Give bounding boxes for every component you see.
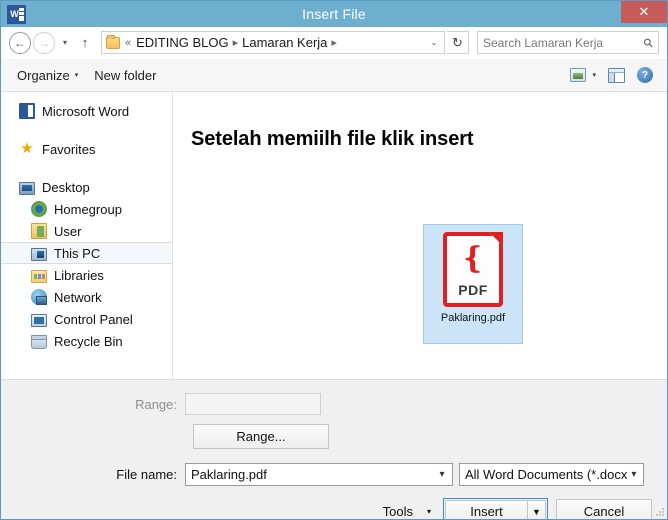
recycle-bin-icon (31, 334, 47, 349)
resize-grip[interactable] (654, 506, 664, 516)
insert-dropdown-arrow[interactable]: ▼ (527, 500, 546, 519)
sidebar-item-label: Control Panel (54, 311, 133, 327)
sidebar-item-this-pc[interactable]: This PC (1, 242, 172, 264)
file-item-paklaring-pdf[interactable]: ❴ PDF Paklaring.pdf (423, 224, 523, 344)
chevron-down-icon[interactable]: ▾ (627, 469, 641, 480)
chevron-down-icon: ▾ (426, 507, 431, 516)
window-title: Insert File (302, 6, 366, 22)
libraries-icon (31, 269, 47, 283)
insert-split-button[interactable]: Insert ▼ (443, 498, 548, 519)
file-name-combobox[interactable]: ▾ (185, 463, 453, 486)
sidebar-item-microsoft-word[interactable]: Microsoft Word (1, 100, 172, 122)
insert-button[interactable]: Insert (445, 500, 527, 519)
sidebar-item-label: User (54, 223, 82, 239)
sidebar-item-libraries[interactable]: Libraries (1, 264, 172, 286)
close-button[interactable]: ✕ (621, 1, 667, 23)
navigation-bar: ← → ▾ ↑ « EDITING BLOG ▸ Lamaran Kerja ▸… (1, 27, 667, 59)
network-icon (31, 289, 47, 305)
sidebar-item-label: Microsoft Word (42, 103, 130, 119)
file-type-dropdown[interactable]: All Word Documents (*.docx;*.d ▾ (459, 463, 644, 486)
word-icon-letter: W (10, 8, 19, 19)
sidebar-item-control-panel[interactable]: Control Panel (1, 308, 172, 330)
new-folder-button[interactable]: New folder (86, 64, 164, 87)
refresh-button[interactable]: ↻ (447, 31, 469, 54)
up-button[interactable]: ↑ (75, 32, 95, 54)
breadcrumb[interactable]: « EDITING BLOG ▸ Lamaran Kerja ▸ ⌄ (101, 31, 445, 54)
user-folder-icon (31, 223, 47, 239)
view-options-button[interactable]: ▾ (564, 65, 602, 85)
this-pc-icon (31, 247, 47, 261)
title-bar: W Insert File ✕ (1, 1, 667, 27)
search-input[interactable] (483, 35, 645, 50)
range-button[interactable]: Range... (193, 424, 329, 449)
sidebar-item-favorites[interactable]: ★ Favorites (1, 138, 172, 160)
dialog-content: Microsoft Word ★ Favorites Desktop Homeg… (1, 92, 667, 379)
action-buttons-row: Tools ▾ Insert ▼ Cancel (13, 486, 655, 519)
sidebar-item-label: Homegroup (54, 201, 122, 217)
chevron-down-icon: ▾ (74, 72, 79, 79)
breadcrumb-separator-0: ▸ (232, 37, 239, 49)
file-name-label: File name: (116, 467, 177, 482)
pdf-file-icon: ❴ PDF (443, 232, 503, 307)
breadcrumb-item-1[interactable]: Lamaran Kerja (242, 35, 327, 50)
sidebar-item-label: This PC (54, 245, 101, 261)
star-icon: ★ (20, 140, 34, 157)
word-app-icon: W (7, 4, 26, 24)
range-label: Range: (135, 396, 177, 412)
recent-locations-icon[interactable]: ▾ (57, 32, 73, 54)
navigation-sidebar: Microsoft Word ★ Favorites Desktop Homeg… (1, 92, 173, 379)
command-bar: Organize ▾ New folder ▾ ? (1, 59, 667, 92)
chevron-down-icon: ▾ (592, 72, 596, 79)
cancel-button[interactable]: Cancel (556, 499, 652, 519)
sidebar-item-recycle-bin[interactable]: Recycle Bin (1, 330, 172, 352)
file-list-pane: Setelah memiilh file klik insert ❴ PDF P… (173, 92, 667, 379)
sidebar-item-user[interactable]: User (1, 220, 172, 242)
sidebar-item-network[interactable]: Network (1, 286, 172, 308)
range-row: Range: (13, 380, 655, 415)
new-folder-label: New folder (94, 67, 157, 83)
sidebar-item-desktop[interactable]: Desktop (1, 176, 172, 198)
sidebar-item-label: Recycle Bin (54, 333, 123, 349)
back-button[interactable]: ← (9, 31, 31, 54)
desktop-icon (19, 181, 35, 195)
file-type-value: All Word Documents (*.docx;*.d (465, 467, 627, 482)
sidebar-item-label: Libraries (54, 267, 104, 283)
breadcrumb-separator-1: ▸ (331, 37, 337, 49)
pdf-badge-label: PDF (458, 282, 488, 298)
insert-file-dialog: W Insert File ✕ ← → ▾ ↑ « EDITING BLOG ▸… (0, 0, 668, 520)
file-name-label: Paklaring.pdf (440, 312, 506, 324)
breadcrumb-overflow-icon[interactable]: « (125, 37, 131, 49)
sidebar-item-label: Network (54, 289, 102, 305)
preview-pane-icon (608, 67, 625, 83)
view-icon (570, 68, 587, 82)
tools-label: Tools (382, 504, 413, 519)
forward-button[interactable]: → (33, 31, 55, 54)
word-icon (19, 103, 35, 119)
file-name-input[interactable] (191, 467, 434, 482)
search-box[interactable]: ⚲ (477, 31, 659, 54)
sidebar-item-label: Desktop (42, 179, 90, 195)
word-icon-lines (19, 7, 24, 21)
organize-label: Organize (17, 67, 70, 83)
tools-button[interactable]: Tools ▾ (379, 500, 435, 519)
range-button-row: Range... (13, 415, 655, 449)
organize-button[interactable]: Organize ▾ (9, 64, 86, 87)
control-panel-icon (31, 313, 47, 327)
help-button[interactable]: ? (631, 64, 659, 86)
range-input[interactable] (185, 393, 321, 415)
preview-pane-button[interactable] (602, 65, 631, 86)
help-icon: ? (637, 67, 653, 83)
breadcrumb-dropdown-icon[interactable]: ⌄ (426, 37, 442, 48)
chevron-down-icon[interactable]: ▾ (434, 469, 450, 480)
breadcrumb-item-0[interactable]: EDITING BLOG (136, 35, 228, 50)
folder-icon (106, 34, 120, 49)
dialog-bottom-panel: Range: Range... File name: ▾ All Word Do… (1, 379, 667, 519)
homegroup-icon (31, 201, 47, 217)
annotation-text: Setelah memiilh file klik insert (191, 128, 474, 150)
sidebar-item-homegroup[interactable]: Homegroup (1, 198, 172, 220)
file-name-row: File name: ▾ All Word Documents (*.docx;… (13, 449, 655, 486)
sidebar-item-label: Favorites (42, 141, 96, 157)
acrobat-swirl-icon: ❴ (460, 242, 486, 275)
